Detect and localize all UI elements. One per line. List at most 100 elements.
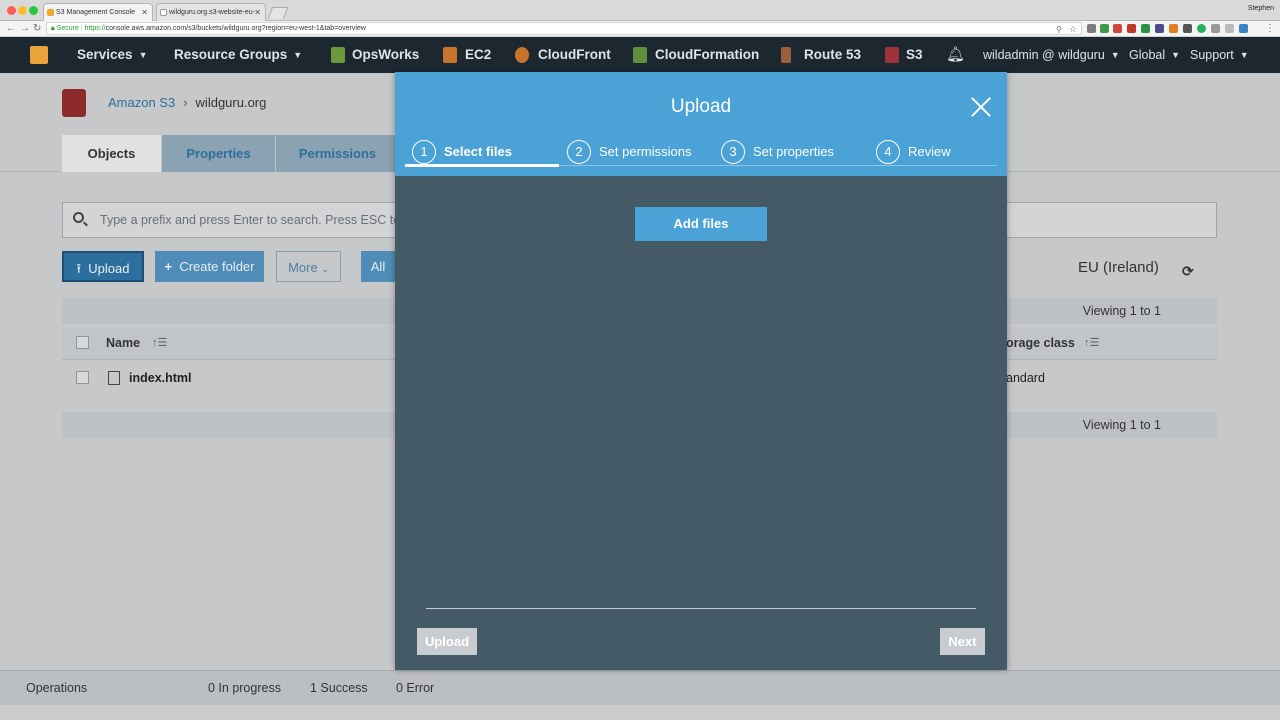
bookmark-star-icon[interactable]: ☆ [1069, 23, 1077, 35]
shortcut-cloudfront[interactable]: CloudFront [538, 37, 611, 73]
step-number: 2 [567, 140, 591, 164]
upload-button-label: Upload [88, 261, 130, 276]
lock-icon: 🔒︎ [51, 25, 55, 32]
step-number: 1 [412, 140, 436, 164]
account-menu[interactable]: wildadmin @ wildguru ▼ [983, 37, 1120, 73]
select-all-checkbox[interactable] [76, 336, 89, 349]
column-storage-class[interactable]: orage class [1006, 336, 1075, 350]
all-label: All [370, 259, 386, 274]
breadcrumb-separator: › [183, 95, 188, 110]
extension-icon[interactable] [1141, 24, 1150, 33]
back-arrow-icon[interactable]: ← [6, 23, 16, 35]
search-icon [73, 212, 84, 223]
next-button[interactable]: Next [940, 628, 985, 655]
chevron-down-icon: ⌄ [321, 264, 329, 274]
chevron-down-icon: ▼ [1110, 50, 1120, 60]
breadcrumb-amazon-s3[interactable]: Amazon S3 [108, 95, 175, 110]
row-checkbox[interactable] [76, 371, 89, 384]
error-count[interactable]: 0 Error [396, 681, 434, 695]
window-close-icon[interactable] [7, 6, 16, 15]
extension-icon[interactable] [1183, 24, 1192, 33]
extension-icon[interactable] [1197, 24, 1206, 33]
browser-toolbar: ← → ↻ 🔒︎ Secure | https://console.aws.am… [0, 21, 1280, 37]
resource-groups-label: Resource Groups [174, 47, 288, 62]
more-actions-button[interactable]: More ⌄ [276, 251, 341, 282]
bucket-region: EU (Ireland) [1078, 259, 1159, 276]
more-label: More [288, 260, 318, 275]
bell-icon[interactable]: 🔔︎ [946, 37, 965, 73]
step-label: Review [908, 144, 951, 159]
object-name[interactable]: index.html [129, 371, 192, 385]
close-icon[interactable] [970, 96, 992, 118]
extension-icon[interactable] [1169, 24, 1178, 33]
tab-properties[interactable]: Properties [162, 135, 276, 172]
sort-icon[interactable]: ↑☰ [152, 336, 167, 349]
step-number: 3 [721, 140, 745, 164]
tab-permissions[interactable]: Permissions [276, 135, 400, 172]
step-label: Select files [444, 144, 512, 159]
add-files-button[interactable]: Add files [635, 207, 767, 241]
region-menu[interactable]: Global ▼ [1129, 37, 1180, 73]
services-menu[interactable]: Services ▼ [77, 37, 147, 73]
extension-icon[interactable] [1113, 24, 1122, 33]
chevron-down-icon: ▼ [1171, 50, 1181, 60]
refresh-icon[interactable]: ⟳ [1182, 263, 1194, 280]
sort-icon[interactable]: ↑☰ [1084, 336, 1099, 349]
dialog-title: Upload [670, 96, 732, 117]
create-folder-label: Create folder [179, 259, 255, 274]
viewing-count: Viewing 1 to 1 [1082, 304, 1161, 318]
chevron-down-icon: ▼ [138, 50, 148, 60]
address-bar[interactable]: 🔒︎ Secure | https://console.aws.amazon.c… [46, 22, 1082, 35]
shortcut-cloudformation[interactable]: CloudFormation [655, 37, 759, 73]
tab-close-icon[interactable]: ✕ [141, 4, 148, 21]
shortcut-opsworks[interactable]: OpsWorks [352, 37, 419, 73]
browser-tab-title: S3 Management Console [56, 9, 135, 16]
support-menu[interactable]: Support ▼ [1190, 37, 1249, 73]
shortcut-route53[interactable]: Route 53 [804, 37, 861, 73]
extension-icon[interactable] [1225, 24, 1234, 33]
browser-tab-title: wildguru.org.s3-website-eu- [169, 9, 255, 16]
extension-icon[interactable] [1127, 24, 1136, 33]
browser-tab-website[interactable]: wildguru.org.s3-website-eu- ✕ [156, 3, 266, 21]
upload-icon: ⭱ [76, 261, 82, 276]
operations-label[interactable]: Operations [26, 681, 87, 695]
zoom-icon[interactable]: ⚲ [1056, 24, 1062, 36]
dialog-upload-button[interactable]: Upload [417, 628, 477, 655]
browser-tab-strip: S3 Management Console ✕ wildguru.org.s3-… [0, 0, 1280, 21]
extension-icon[interactable] [1155, 24, 1164, 33]
browser-menu-icon[interactable]: ⋮ [1265, 23, 1275, 35]
region-label: Global [1129, 48, 1166, 62]
extension-icon[interactable] [1211, 24, 1220, 33]
forward-arrow-icon[interactable]: → [20, 23, 30, 35]
success-count[interactable]: 1 Success [310, 681, 368, 695]
window-maximize-icon[interactable] [29, 6, 38, 15]
create-folder-button[interactable]: + Create folder [155, 251, 264, 282]
s3-icon [885, 47, 899, 63]
resource-groups-menu[interactable]: Resource Groups ▼ [174, 37, 302, 73]
ec2-icon [443, 47, 457, 63]
shortcut-label: EC2 [465, 47, 492, 62]
browser-profile-name[interactable]: Stephen [1248, 5, 1274, 12]
extension-icon[interactable] [1100, 24, 1109, 33]
shortcut-label: Route 53 [804, 47, 862, 62]
shortcut-ec2[interactable]: EC2 [465, 37, 491, 73]
object-storage-class: andard [1006, 371, 1045, 385]
filter-all-button[interactable]: All [361, 251, 395, 282]
shortcut-s3[interactable]: S3 [906, 37, 923, 73]
viewing-count: Viewing 1 to 1 [1082, 418, 1161, 432]
reload-icon[interactable]: ↻ [33, 23, 41, 35]
extension-icon[interactable] [1087, 24, 1096, 33]
browser-tab-s3-console[interactable]: S3 Management Console ✕ [43, 3, 153, 21]
aws-cube-icon[interactable] [30, 46, 48, 64]
upload-button[interactable]: ⭱ Upload [62, 251, 144, 282]
tab-close-icon[interactable]: ✕ [254, 4, 261, 21]
column-name[interactable]: Name [106, 336, 140, 350]
new-tab-button[interactable] [267, 7, 289, 19]
shortcut-label: CloudFormation [655, 47, 760, 62]
tab-objects[interactable]: Objects [62, 135, 162, 172]
window-minimize-icon[interactable] [18, 6, 27, 15]
extension-icon[interactable] [1239, 24, 1248, 33]
in-progress-count[interactable]: 0 In progress [208, 681, 281, 695]
step-label: Set permissions [599, 144, 692, 159]
opsworks-icon [331, 47, 345, 63]
